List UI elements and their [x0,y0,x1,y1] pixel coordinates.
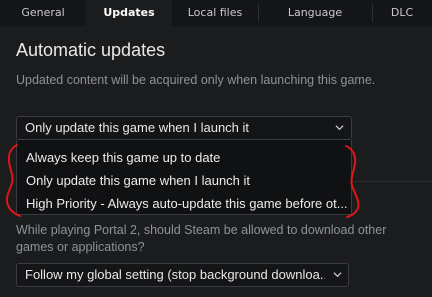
tab-general[interactable]: General [0,0,86,26]
background-downloads-dropdown[interactable]: Follow my global setting (stop backgroun… [16,263,349,287]
tab-bar: General Updates Local files Language DLC [0,0,432,26]
option-high-priority[interactable]: High Priority - Always auto-update this … [26,196,348,211]
section-divider [352,181,432,182]
automatic-updates-heading: Automatic updates [16,40,166,60]
dropdown-menu: Always keep this game up to date Only up… [16,140,352,215]
tab-dlc[interactable]: DLC [372,0,432,26]
option-update-on-launch[interactable]: Only update this game when I launch it [26,173,250,188]
tab-local-files[interactable]: Local files [172,0,258,26]
tab-language[interactable]: Language [258,0,372,26]
chevron-down-icon [335,125,344,131]
option-always-keep-up-to-date[interactable]: Always keep this game up to date [26,150,220,165]
automatic-updates-dropdown[interactable]: Only update this game when I launch it [16,116,352,140]
automatic-updates-description: Updated content will be acquired only wh… [16,73,376,87]
chevron-down-icon [333,272,342,278]
background-downloads-question: While playing Portal 2, should Steam be … [16,223,387,254]
dropdown-selected-value: Only update this game when I launch it [25,120,250,135]
dropdown-selected-value: Follow my global setting (stop backgroun… [25,267,325,282]
tab-updates[interactable]: Updates [86,0,172,26]
